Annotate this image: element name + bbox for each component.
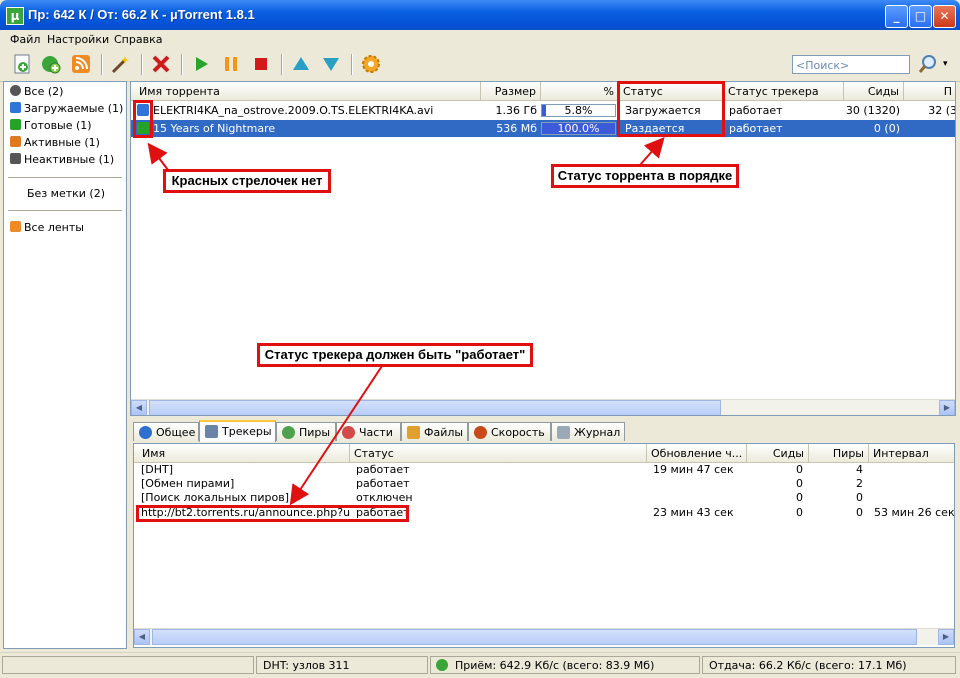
column-name[interactable]: Имя торрента — [131, 82, 481, 101]
tab-log[interactable]: Журнал — [551, 422, 625, 441]
info-icon — [139, 426, 152, 439]
tracker-row[interactable]: [Поиск локальных пиров] отключен 0 0 — [134, 491, 954, 505]
menu-file[interactable]: Файл — [10, 33, 40, 46]
move-down-icon[interactable] — [320, 53, 342, 75]
column-seeds[interactable]: Сиды — [844, 82, 904, 101]
menu-settings[interactable]: Настройки — [47, 33, 109, 46]
close-button[interactable]: ✕ — [933, 5, 956, 28]
files-icon — [407, 426, 420, 439]
tab-pieces[interactable]: Части — [336, 422, 401, 441]
sidebar: Все (2) Загружаемые (1) Готовые (1) Акти… — [3, 81, 127, 649]
horizontal-scrollbar[interactable]: ◀ ▶ — [131, 399, 955, 415]
lightning-icon — [474, 426, 487, 439]
tab-peers[interactable]: Пиры — [276, 422, 336, 441]
add-torrent-icon[interactable] — [12, 53, 34, 75]
peers-icon — [282, 426, 295, 439]
trackers-list: Имя Статус Обновление ч... Сиды Пиры Инт… — [133, 443, 955, 648]
title-bar[interactable]: µ Пр: 642 К / От: 66.2 К - µTorrent 1.8.… — [0, 0, 960, 30]
column-peers[interactable]: П — [904, 82, 955, 101]
annotation-box-tracker — [136, 505, 409, 522]
sidebar-item-no-label[interactable]: Без метки (2) — [27, 186, 105, 202]
sidebar-item-inactive[interactable]: Неактивные (1) — [10, 152, 114, 168]
detail-tabs: Общее Трекеры Пиры Части Файлы Скорость … — [130, 420, 956, 442]
minimize-button[interactable]: _ — [885, 5, 908, 28]
sidebar-item-feeds[interactable]: Все ленты — [10, 220, 84, 236]
add-url-icon[interactable] — [40, 53, 62, 75]
tracker-column-peers[interactable]: Пиры — [809, 444, 869, 463]
pause-icon[interactable] — [220, 53, 242, 75]
rss-icon — [10, 221, 21, 232]
search-dropdown-icon[interactable]: ▾ — [943, 59, 948, 69]
annotation-torrent-status: Статус торрента в порядке — [551, 164, 739, 188]
status-dht: DHT: узлов 311 — [256, 656, 428, 674]
inactive-icon — [10, 153, 21, 164]
scroll-left-button[interactable]: ◀ — [134, 629, 150, 645]
create-torrent-icon[interactable] — [110, 53, 132, 75]
menu-help[interactable]: Справка — [114, 33, 162, 46]
tab-files[interactable]: Файлы — [401, 422, 468, 441]
sidebar-item-downloading[interactable]: Загружаемые (1) — [10, 101, 123, 117]
tracker-row[interactable]: [DHT] работает 19 мин 47 сек 0 4 — [134, 463, 954, 477]
annotation-box-icons — [133, 100, 153, 138]
annotation-box-status — [617, 81, 725, 137]
active-icon — [10, 136, 21, 147]
status-download: Приём: 642.9 Кб/с (всего: 83.9 Мб) — [430, 656, 700, 674]
download-arrow-icon — [10, 102, 21, 113]
menu-bar: Файл Настройки Справка — [0, 30, 960, 48]
tracker-column-status[interactable]: Статус — [350, 444, 647, 463]
torrent-list: Имя торрента Размер % Статус Статус трек… — [130, 81, 956, 416]
horizontal-scrollbar[interactable]: ◀ ▶ — [134, 628, 954, 645]
tracker-column-name[interactable]: Имя — [134, 444, 350, 463]
annotation-no-red-arrows: Красных стрелочек нет — [163, 169, 331, 193]
all-icon — [10, 85, 21, 96]
utorrent-logo-icon: µ — [6, 7, 24, 25]
search-icon[interactable] — [917, 53, 939, 75]
scroll-thumb[interactable] — [152, 629, 917, 645]
tracker-column-update[interactable]: Обновление ч... — [647, 444, 747, 463]
sidebar-item-all[interactable]: Все (2) — [10, 84, 63, 100]
scroll-right-button[interactable]: ▶ — [938, 629, 954, 645]
progress-bar: 5.8% — [541, 104, 616, 117]
column-percent[interactable]: % — [541, 82, 619, 101]
scroll-left-button[interactable]: ◀ — [131, 400, 147, 415]
rss-icon[interactable] — [70, 53, 92, 75]
settings-gear-icon[interactable] — [360, 53, 382, 75]
start-icon[interactable] — [190, 53, 212, 75]
network-icon — [205, 425, 218, 438]
pieces-icon — [342, 426, 355, 439]
stop-icon[interactable] — [250, 53, 272, 75]
column-tracker-status[interactable]: Статус трекера — [724, 82, 844, 101]
column-size[interactable]: Размер — [481, 82, 541, 101]
sidebar-item-completed[interactable]: Готовые (1) — [10, 118, 92, 134]
search-input[interactable]: <Поиск> — [792, 55, 910, 74]
window-title: Пр: 642 К / От: 66.2 К - µTorrent 1.8.1 — [28, 7, 255, 22]
tracker-column-interval[interactable]: Интервал — [869, 444, 954, 463]
network-ok-icon — [436, 659, 448, 671]
torrent-row[interactable]: ELEKTRI4KA_na_ostrove.2009.O.TS.ELEKTRI4… — [131, 102, 955, 119]
scroll-thumb[interactable] — [149, 400, 721, 415]
check-arrow-icon — [10, 119, 21, 130]
remove-icon[interactable] — [150, 53, 172, 75]
tracker-row[interactable]: [Обмен пирами] работает 0 2 — [134, 477, 954, 491]
tab-speed[interactable]: Скорость — [468, 422, 551, 441]
tab-trackers[interactable]: Трекеры — [199, 420, 276, 442]
status-bar: DHT: узлов 311 Приём: 642.9 Кб/с (всего:… — [0, 652, 960, 678]
tab-general[interactable]: Общее — [133, 422, 199, 441]
log-book-icon — [557, 426, 570, 439]
scroll-right-button[interactable]: ▶ — [939, 400, 955, 415]
annotation-tracker-status: Статус трекера должен быть "работает" — [257, 343, 533, 367]
maximize-button[interactable]: □ — [909, 5, 932, 28]
tracker-column-seeds[interactable]: Сиды — [747, 444, 809, 463]
move-up-icon[interactable] — [290, 53, 312, 75]
torrent-row-selected[interactable]: 15 Years of Nightmare 536 Мб 100.0% Разд… — [131, 120, 955, 137]
progress-bar: 100.0% — [541, 122, 616, 135]
sidebar-item-active[interactable]: Активные (1) — [10, 135, 100, 151]
status-upload: Отдача: 66.2 Кб/с (всего: 17.1 Мб) — [702, 656, 956, 674]
